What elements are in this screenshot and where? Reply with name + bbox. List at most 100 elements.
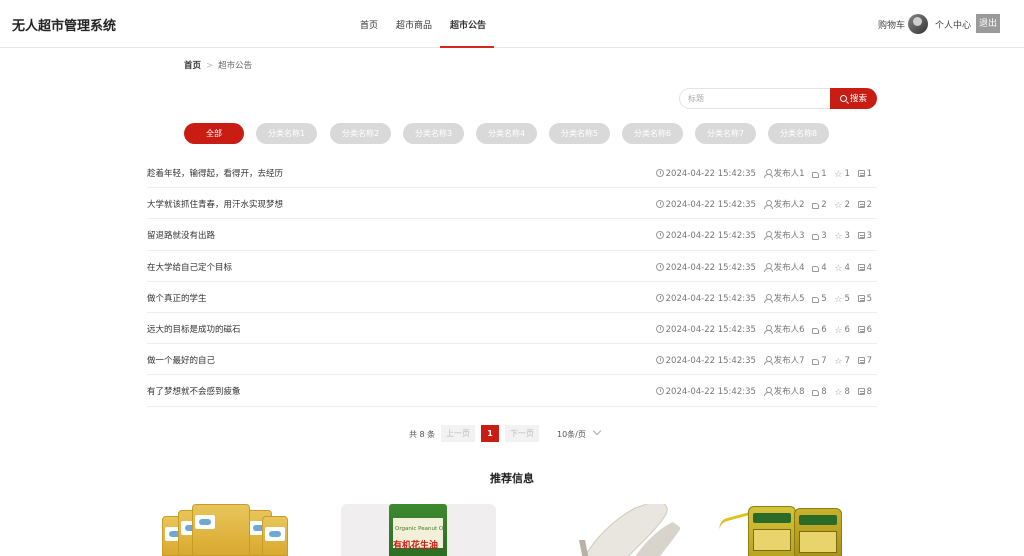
favorite-count: 2	[844, 200, 850, 211]
like-count: 8	[821, 387, 827, 398]
comment-icon	[857, 170, 865, 177]
clock-icon	[655, 387, 664, 396]
category-pill[interactable]: 分类名称6	[622, 123, 683, 144]
category-pill[interactable]: 分类名称8	[768, 123, 829, 144]
recommend-card[interactable]	[555, 504, 680, 556]
clock-icon	[655, 293, 664, 302]
search-input[interactable]	[679, 88, 831, 109]
profile-link[interactable]: 个人中心	[935, 18, 971, 31]
comment-count: 6	[866, 324, 872, 335]
publish-time: 2024-04-22 15:42:35	[665, 293, 756, 304]
announcement-meta: 2024-04-22 15:42:35 发布人8 8 ☆ 8 8	[651, 385, 872, 398]
breadcrumb: 首页 > 超市公告	[184, 59, 252, 71]
category-pill[interactable]: 分类名称4	[476, 123, 537, 144]
thumbs-up-icon	[812, 390, 820, 397]
star-icon: ☆	[834, 388, 843, 399]
favorite-count: 8	[844, 387, 850, 398]
publisher: 发布人7	[773, 356, 805, 367]
list-item[interactable]: 趁着年轻，输得起，看得开，去经历 2024-04-22 15:42:35 发布人…	[147, 157, 877, 189]
publish-time: 2024-04-22 15:42:35	[665, 356, 756, 367]
product-label-en: Organic Peanut Oil	[395, 526, 447, 532]
announcement-meta: 2024-04-22 15:42:35 发布人7 7 ☆ 7 7	[651, 354, 872, 367]
recommend-card[interactable]	[160, 504, 290, 556]
comment-count: 3	[866, 231, 872, 242]
recommend-card[interactable]: Organic Peanut Oil 有机花生油	[341, 504, 496, 556]
category-pill[interactable]: 分类名称2	[330, 123, 391, 144]
clock-icon	[655, 262, 664, 271]
list-item[interactable]: 做个真正的学生 2024-04-22 15:42:35 发布人5 5 ☆ 5 5	[147, 282, 877, 313]
comment-icon	[857, 357, 865, 365]
user-icon	[763, 231, 773, 241]
page-size-select[interactable]: 10条/页	[557, 429, 586, 440]
like-count: 6	[821, 324, 827, 335]
breadcrumb-home[interactable]: 首页	[184, 61, 201, 71]
comment-icon	[857, 294, 865, 302]
category-pill[interactable]: 分类名称5	[549, 123, 610, 144]
list-item[interactable]: 做一个最好的自己 2024-04-22 15:42:35 发布人7 7 ☆ 7 7	[147, 344, 877, 376]
comment-count: 1	[866, 169, 872, 179]
clock-icon	[655, 169, 664, 177]
comment-count: 5	[866, 293, 872, 304]
nav-products[interactable]: 超市商品	[396, 18, 432, 31]
publisher: 发布人2	[773, 200, 805, 211]
list-item[interactable]: 有了梦想就不会感到疲惫 2024-04-22 15:42:35 发布人8 8 ☆…	[147, 375, 877, 407]
clock-icon	[655, 356, 664, 365]
list-item[interactable]: 大学就该抓住青春，用汗水实现梦想 2024-04-22 15:42:35 发布人…	[147, 188, 877, 220]
search-button[interactable]: 搜索	[830, 88, 877, 109]
product-label-cn: 有机花生油	[393, 541, 439, 551]
category-pill[interactable]: 分类名称7	[695, 123, 756, 144]
category-pill[interactable]: 分类名称1	[256, 123, 317, 144]
announcement-title[interactable]: 留退路就没有出路	[147, 229, 215, 241]
comment-icon	[857, 325, 865, 333]
announcement-meta: 2024-04-22 15:42:35 发布人2 2 ☆ 2 2	[651, 198, 872, 211]
comment-icon	[857, 388, 865, 396]
star-icon: ☆	[834, 232, 843, 243]
search-bar: 搜索	[679, 88, 877, 109]
thumbs-up-icon	[812, 359, 820, 366]
user-icon	[763, 200, 773, 210]
like-count: 7	[821, 356, 827, 367]
clock-icon	[655, 324, 664, 333]
prev-page-button[interactable]: 上一页	[441, 425, 475, 442]
like-count: 5	[821, 293, 827, 304]
comment-count: 4	[866, 262, 872, 273]
list-item[interactable]: 留退路就没有出路 2024-04-22 15:42:35 发布人3 3 ☆ 3 3	[147, 219, 877, 251]
shoe-image	[579, 504, 680, 556]
announcement-title[interactable]: 远大的目标是成功的磁石	[147, 323, 241, 335]
nav-announcements[interactable]: 超市公告	[450, 18, 486, 31]
nav-home[interactable]: 首页	[360, 18, 378, 31]
user-icon	[763, 169, 773, 178]
announcement-title[interactable]: 有了梦想就不会感到疲惫	[147, 385, 241, 397]
announcement-title[interactable]: 趁着年轻，输得起，看得开，去经历	[147, 167, 283, 179]
favorite-count: 5	[844, 293, 850, 304]
next-page-button[interactable]: 下一页	[505, 425, 539, 442]
category-filter: 全部 分类名称1 分类名称2 分类名称3 分类名称4 分类名称5 分类名称6 分…	[0, 123, 1024, 145]
publish-time: 2024-04-22 15:42:35	[665, 387, 756, 398]
recommend-card[interactable]	[718, 504, 848, 556]
announcement-title[interactable]: 做个真正的学生	[147, 292, 207, 304]
cart-link[interactable]: 购物车	[878, 18, 905, 31]
announcement-title[interactable]: 在大学给自己定个目标	[147, 261, 232, 273]
list-item[interactable]: 在大学给自己定个目标 2024-04-22 15:42:35 发布人4 4 ☆ 4…	[147, 251, 877, 282]
breadcrumb-current: 超市公告	[218, 61, 253, 71]
announcement-meta: 2024-04-22 15:42:35 发布人1 1 ☆ 1 1	[651, 167, 872, 180]
announcement-title[interactable]: 大学就该抓住青春，用汗水实现梦想	[147, 198, 283, 210]
category-pill[interactable]: 分类名称3	[403, 123, 464, 144]
page-number-current[interactable]: 1	[481, 425, 499, 442]
list-item[interactable]: 远大的目标是成功的磁石 2024-04-22 15:42:35 发布人6 6 ☆…	[147, 313, 877, 345]
comment-count: 8	[866, 387, 872, 398]
logout-button[interactable]: 退出	[976, 14, 1000, 33]
favorite-count: 7	[844, 356, 850, 367]
chevron-down-icon[interactable]	[592, 426, 602, 436]
thumbs-up-icon	[812, 172, 820, 178]
star-icon: ☆	[834, 357, 843, 368]
comment-icon	[857, 263, 865, 271]
user-avatar[interactable]	[908, 14, 928, 34]
category-all[interactable]: 全部	[184, 123, 244, 144]
announcement-title[interactable]: 做一个最好的自己	[147, 354, 215, 366]
publisher: 发布人6	[773, 324, 805, 335]
user-icon	[763, 324, 773, 334]
star-icon: ☆	[834, 294, 843, 305]
like-count: 3	[821, 231, 827, 242]
publisher: 发布人8	[773, 387, 805, 398]
